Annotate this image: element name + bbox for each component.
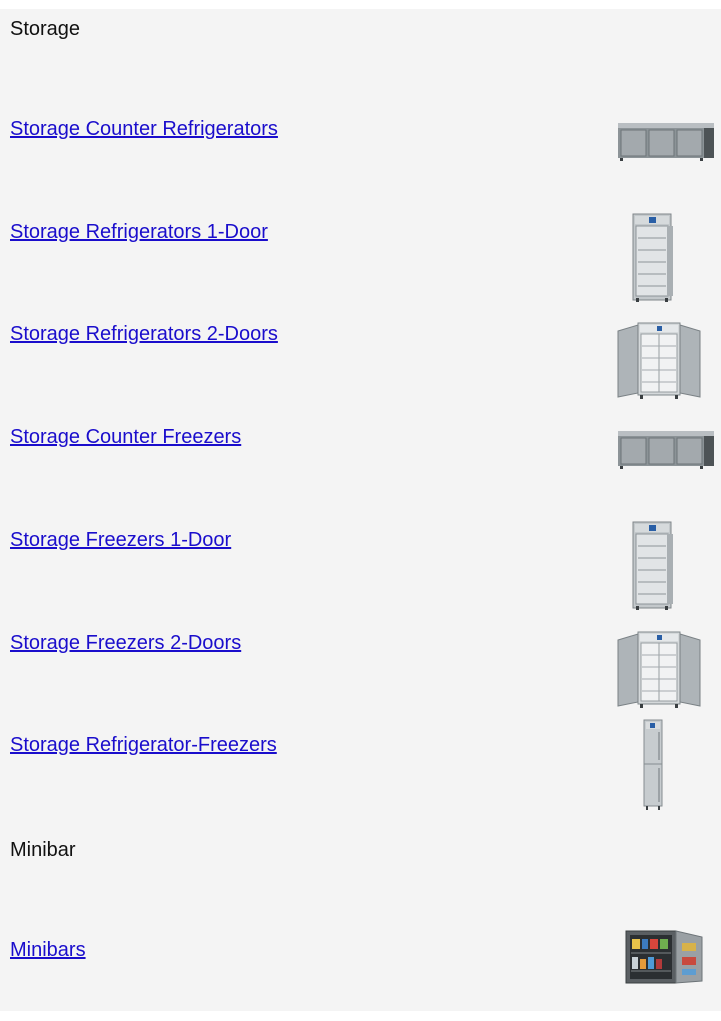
freezer-2-doors-icon[interactable] xyxy=(614,630,704,710)
link-storage-refrigerators-2-doors[interactable]: Storage Refrigerators 2-Doors xyxy=(10,322,278,346)
link-storage-counter-freezers[interactable]: Storage Counter Freezers xyxy=(10,425,241,449)
refrigerator-freezer-icon[interactable] xyxy=(640,718,666,812)
link-minibars[interactable]: Minibars xyxy=(10,938,86,962)
freezer-1-door-icon[interactable] xyxy=(629,520,677,612)
link-storage-counter-refrigerators[interactable]: Storage Counter Refrigerators xyxy=(10,117,278,141)
counter-refrigerator-icon[interactable] xyxy=(616,121,716,161)
link-storage-refrigerators-1-door[interactable]: Storage Refrigerators 1-Door xyxy=(10,220,268,244)
minibar-icon[interactable] xyxy=(622,927,710,987)
counter-freezer-icon[interactable] xyxy=(616,429,716,469)
link-storage-freezers-1-door[interactable]: Storage Freezers 1-Door xyxy=(10,528,231,552)
refrigerator-2-doors-icon[interactable] xyxy=(614,321,704,401)
section-heading-minibar: Minibar xyxy=(10,839,76,861)
section-heading-storage: Storage xyxy=(10,18,81,40)
refrigerator-1-door-icon[interactable] xyxy=(629,212,677,304)
link-storage-freezers-2-doors[interactable]: Storage Freezers 2-Doors xyxy=(10,631,241,655)
link-storage-refrigerator-freezers[interactable]: Storage Refrigerator-Freezers xyxy=(10,733,277,757)
category-list-page: Storage Storage Counter Refrigerators St… xyxy=(0,9,721,1011)
